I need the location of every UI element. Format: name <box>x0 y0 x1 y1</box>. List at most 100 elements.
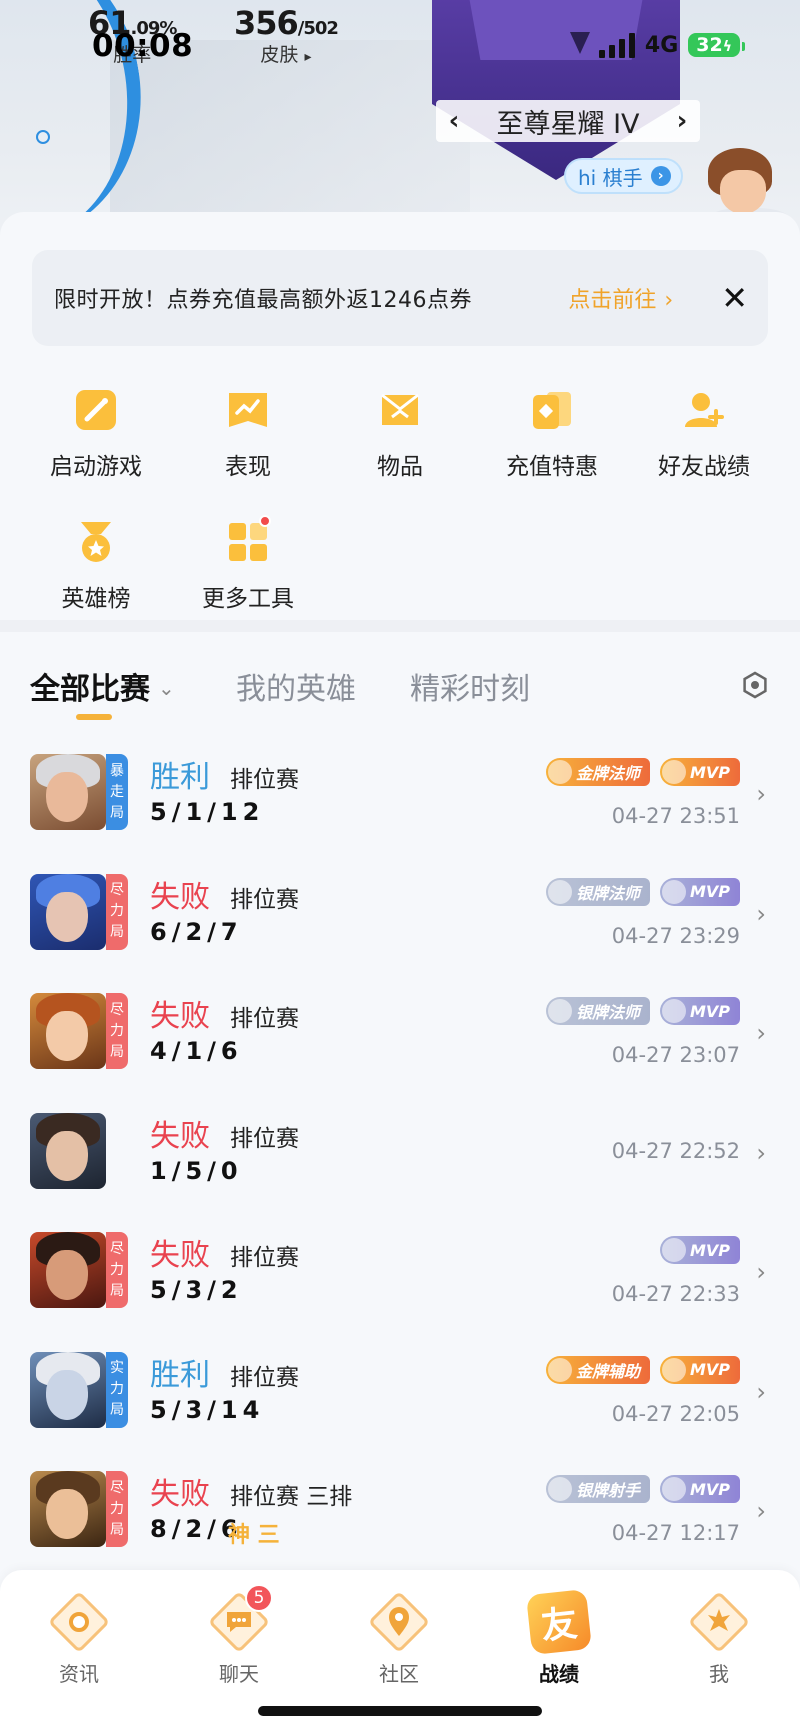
promo-banner[interactable]: 限时开放！点券充值最高额外返1246点券 点击前往 › ✕ <box>32 250 768 346</box>
chevron-right-icon: › <box>756 1138 766 1167</box>
skins-count: 356/502 <box>234 4 339 42</box>
match-badges: 银牌法师 MVP <box>545 877 740 906</box>
mvp-badge: MVP <box>659 997 740 1025</box>
more-tools-icon <box>225 515 271 565</box>
match-badges: 金牌辅助 MVP <box>545 1355 740 1384</box>
team-tag: 神 三 <box>228 1523 280 1548</box>
profile-icon <box>687 1590 751 1654</box>
tool-label: 更多工具 <box>202 586 294 612</box>
match-row[interactable]: 失败 排位赛 1/5/0 04-27 22:52 › <box>0 1099 800 1219</box>
home-indicator[interactable] <box>258 1706 542 1716</box>
tab-highlights[interactable]: 精彩时刻 <box>410 664 530 708</box>
match-badges: MVP <box>659 1236 740 1264</box>
active-tab-indicator <box>76 714 112 720</box>
match-result: 失败 <box>150 999 210 1034</box>
tool-items[interactable]: 物品 <box>324 387 476 481</box>
greeting-go-icon: › <box>650 166 671 186</box>
match-row[interactable]: 暴走局 胜利 排位赛 5/1/12 金牌法师 MVP 04-27 23:51 › <box>0 740 800 860</box>
hero-portrait <box>30 1471 106 1547</box>
mvp-badge: MVP <box>659 877 740 906</box>
hero-portrait <box>30 754 106 830</box>
hero-portrait <box>30 993 106 1069</box>
match-result: 胜利 <box>150 760 210 795</box>
match-badges: 银牌法师 MVP <box>545 997 740 1025</box>
match-mode-badge: 暴走局 <box>106 754 128 830</box>
match-type: 排位赛 <box>230 1245 299 1271</box>
match-list: 暴走局 胜利 排位赛 5/1/12 金牌法师 MVP 04-27 23:51 ›… <box>0 740 800 1577</box>
match-type: 排位赛 <box>230 1364 299 1391</box>
nav-label: 社区 <box>379 1662 419 1686</box>
match-type: 排位赛 <box>230 1125 299 1152</box>
match-row[interactable]: 尽力局 失败 排位赛 6/2/7 银牌法师 MVP 04-27 23:29 › <box>0 860 800 980</box>
skins-label: 皮肤 ▸ <box>260 44 312 66</box>
match-kda: 6/2/7 <box>150 917 243 946</box>
tool-label: 物品 <box>377 454 423 480</box>
main-card: 限时开放！点券充值最高额外返1246点券 点击前往› ✕ 启动游戏 表现 物品 <box>0 212 800 1632</box>
tool-launch-game[interactable]: 启动游戏 <box>20 387 172 481</box>
nav-profile[interactable]: 我 <box>659 1590 779 1687</box>
you-icon: 友 <box>526 1589 592 1655</box>
tool-label: 启动游戏 <box>50 454 142 480</box>
nav-news[interactable]: 资讯 <box>19 1590 139 1687</box>
nav-label: 战绩 <box>539 1662 579 1686</box>
skins-stat[interactable]: 356/502 皮肤 ▸ <box>234 4 339 67</box>
settings-icon[interactable] <box>740 670 770 700</box>
tool-friend-record[interactable]: 好友战绩 <box>628 387 780 481</box>
tab-my-heroes[interactable]: 我的英雄 <box>236 664 356 708</box>
skins-arrow-icon: ▸ <box>304 49 312 65</box>
match-time: 04-27 22:52 <box>611 1138 740 1163</box>
items-icon <box>377 387 423 433</box>
mvp-badge: MVP <box>659 758 740 786</box>
promo-link[interactable]: 点击前往 › <box>568 282 673 314</box>
rank-selector: ‹ 至尊星耀 IV › <box>436 100 700 142</box>
rank-prev-icon[interactable]: ‹ <box>442 106 466 136</box>
profile-header: 61.09% 胜率 00:08 356/502 皮肤 ▸ 4G 32ϟ ‹ 至尊… <box>0 0 800 240</box>
rank-next-icon[interactable]: › <box>670 106 694 136</box>
hero-ranking-icon <box>73 519 119 565</box>
close-icon[interactable]: ✕ <box>721 282 748 314</box>
match-row[interactable]: 尽力局 失败 排位赛 5/3/2 MVP 04-27 22:33 › <box>0 1218 800 1338</box>
medal-badge: 银牌法师 <box>545 877 650 906</box>
match-result: 失败 <box>150 879 210 915</box>
chevron-right-icon: › <box>756 780 766 808</box>
nav-chat[interactable]: 5 聊天 <box>179 1584 299 1687</box>
match-mode-badge: 实力局 <box>106 1351 128 1428</box>
tool-recharge[interactable]: 充值特惠 <box>476 387 628 481</box>
match-result: 失败 <box>150 1238 210 1273</box>
chevron-right-icon: › <box>756 1377 766 1406</box>
match-time: 04-27 12:17 <box>611 1521 740 1545</box>
nav-label: 我 <box>709 1662 729 1686</box>
match-row[interactable]: 尽力局 失败 排位赛 三排 8/2/6 神 三 银牌射手 MVP 04-27 1… <box>0 1457 800 1577</box>
medal-badge: 金牌辅助 <box>545 1355 650 1384</box>
match-type: 排位赛 三排 <box>230 1484 353 1510</box>
promo-chevron-icon: › <box>664 288 674 313</box>
section-divider <box>0 620 800 632</box>
tool-label: 好友战绩 <box>658 454 750 480</box>
game-start-icon <box>73 387 119 433</box>
nav-record[interactable]: 友 战绩 <box>499 1589 619 1687</box>
tool-performance[interactable]: 表现 <box>172 387 324 481</box>
tool-hero-ranking[interactable]: 英雄榜 <box>20 519 172 613</box>
greeting-pill[interactable]: hi 棋手 › <box>564 158 683 194</box>
cellular-signal-icon <box>598 32 635 58</box>
match-badges: 金牌法师 MVP <box>545 758 740 786</box>
notification-dot <box>259 515 271 527</box>
recharge-icon <box>529 387 575 433</box>
status-clock: 00:08 <box>92 28 194 64</box>
hero-portrait <box>30 1351 106 1428</box>
nav-label: 聊天 <box>219 1662 259 1686</box>
friend-record-icon <box>681 387 727 433</box>
match-kda: 5/3/14 <box>150 1395 265 1424</box>
tool-more[interactable]: 更多工具 <box>172 515 324 613</box>
promo-text: 限时开放！点券充值最高额外返1246点券 <box>54 288 472 313</box>
tab-all-matches[interactable]: 全部比赛 ⌄ <box>30 664 175 708</box>
unread-badge: 5 <box>245 1584 273 1612</box>
match-row[interactable]: 尽力局 失败 排位赛 4/1/6 银牌法师 MVP 04-27 23:07 › <box>0 979 800 1099</box>
community-icon <box>367 1590 431 1654</box>
match-row[interactable]: 实力局 胜利 排位赛 5/3/14 金牌辅助 MVP 04-27 22:05 › <box>0 1338 800 1458</box>
hero-portrait <box>30 1112 106 1189</box>
match-kda: 1/5/0 <box>150 1156 243 1185</box>
match-time: 04-27 22:33 <box>611 1282 740 1306</box>
nav-community[interactable]: 社区 <box>339 1590 459 1687</box>
tool-label: 表现 <box>225 454 271 480</box>
